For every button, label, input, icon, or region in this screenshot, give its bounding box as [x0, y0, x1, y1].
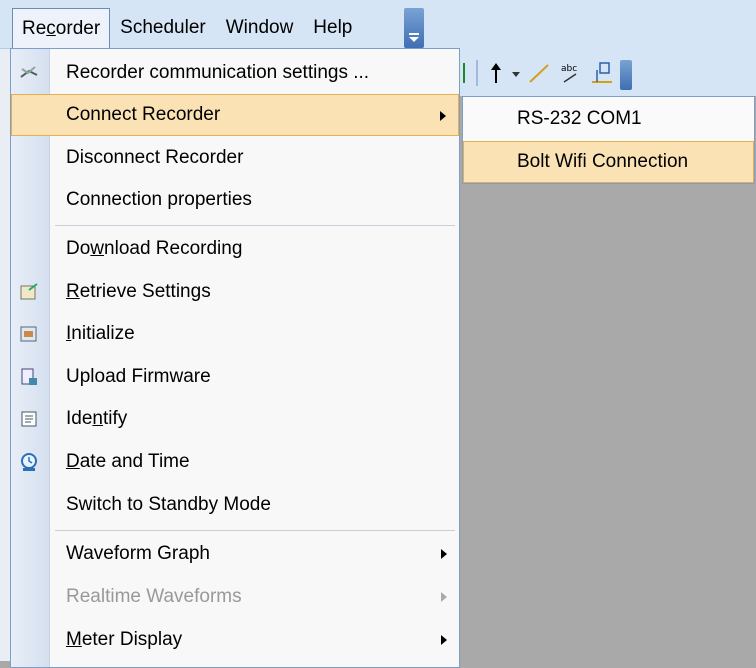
menubar-overflow-button[interactable] — [404, 8, 424, 48]
line-icon[interactable] — [460, 58, 468, 88]
menu-help[interactable]: Help — [303, 8, 362, 48]
menu-separator — [55, 530, 455, 531]
menu-item-realtime-waveforms: Realtime Waveforms — [11, 576, 459, 618]
chart-icon[interactable] — [588, 58, 616, 88]
upload-firmware-icon — [21, 368, 37, 385]
submenu-item-bolt-wifi[interactable]: Bolt Wifi Connection — [463, 141, 754, 183]
initialize-icon — [20, 326, 37, 342]
menu-item-disconnect-recorder[interactable]: Disconnect Recorder — [11, 137, 459, 179]
toolbar-separator — [476, 60, 478, 86]
diagonal-line-icon[interactable] — [526, 58, 552, 88]
menu-bar: Recorder Scheduler Window Help — [0, 0, 756, 49]
menu-item-standby-mode[interactable]: Switch to Standby Mode — [11, 484, 459, 526]
arrow-up-icon[interactable] — [486, 58, 506, 88]
text-label-icon[interactable]: abc — [558, 58, 584, 88]
submenu-arrow-icon — [441, 592, 447, 602]
menu-item-meter-display[interactable]: Meter Display — [11, 619, 459, 661]
menu-scheduler[interactable]: Scheduler — [110, 8, 216, 48]
left-panel-edge — [0, 48, 10, 661]
network-plug-icon — [20, 66, 38, 78]
submenu-arrow-icon — [441, 549, 447, 559]
menu-item-communication-settings[interactable]: Recorder communication settings ... — [11, 52, 459, 94]
clock-icon — [21, 453, 37, 471]
submenu-arrow-icon — [441, 635, 447, 645]
recorder-menu: Recorder communication settings ... Conn… — [10, 48, 460, 668]
submenu-item-rs232-com1[interactable]: RS-232 COM1 — [463, 98, 754, 140]
identify-icon — [21, 411, 37, 427]
connect-recorder-submenu: RS-232 COM1 Bolt Wifi Connection — [462, 96, 755, 184]
menu-item-date-and-time[interactable]: Date and Time — [11, 441, 459, 483]
menu-item-download-recording[interactable]: Download Recording — [11, 228, 459, 270]
menu-item-identify[interactable]: Identify — [11, 398, 459, 440]
menu-item-connect-recorder[interactable]: Connect Recorder — [11, 94, 459, 136]
menu-item-retrieve-settings[interactable]: Retrieve Settings — [11, 271, 459, 313]
menu-item-connection-properties[interactable]: Connection properties — [11, 179, 459, 221]
retrieve-settings-icon — [20, 283, 38, 300]
toolbar-overflow-button[interactable] — [620, 60, 632, 90]
menu-item-waveform-graph[interactable]: Waveform Graph — [11, 533, 459, 575]
menu-separator — [55, 225, 455, 226]
submenu-arrow-icon — [440, 111, 446, 121]
toolbar: abc — [456, 48, 756, 96]
menu-window[interactable]: Window — [216, 8, 304, 48]
menu-recorder[interactable]: Recorder — [12, 8, 111, 48]
menu-item-initialize[interactable]: Initialize — [11, 313, 459, 355]
dropdown-icon[interactable] — [510, 58, 522, 88]
menu-item-upload-firmware[interactable]: Upload Firmware — [11, 356, 459, 398]
svg-text:abc: abc — [561, 64, 577, 74]
